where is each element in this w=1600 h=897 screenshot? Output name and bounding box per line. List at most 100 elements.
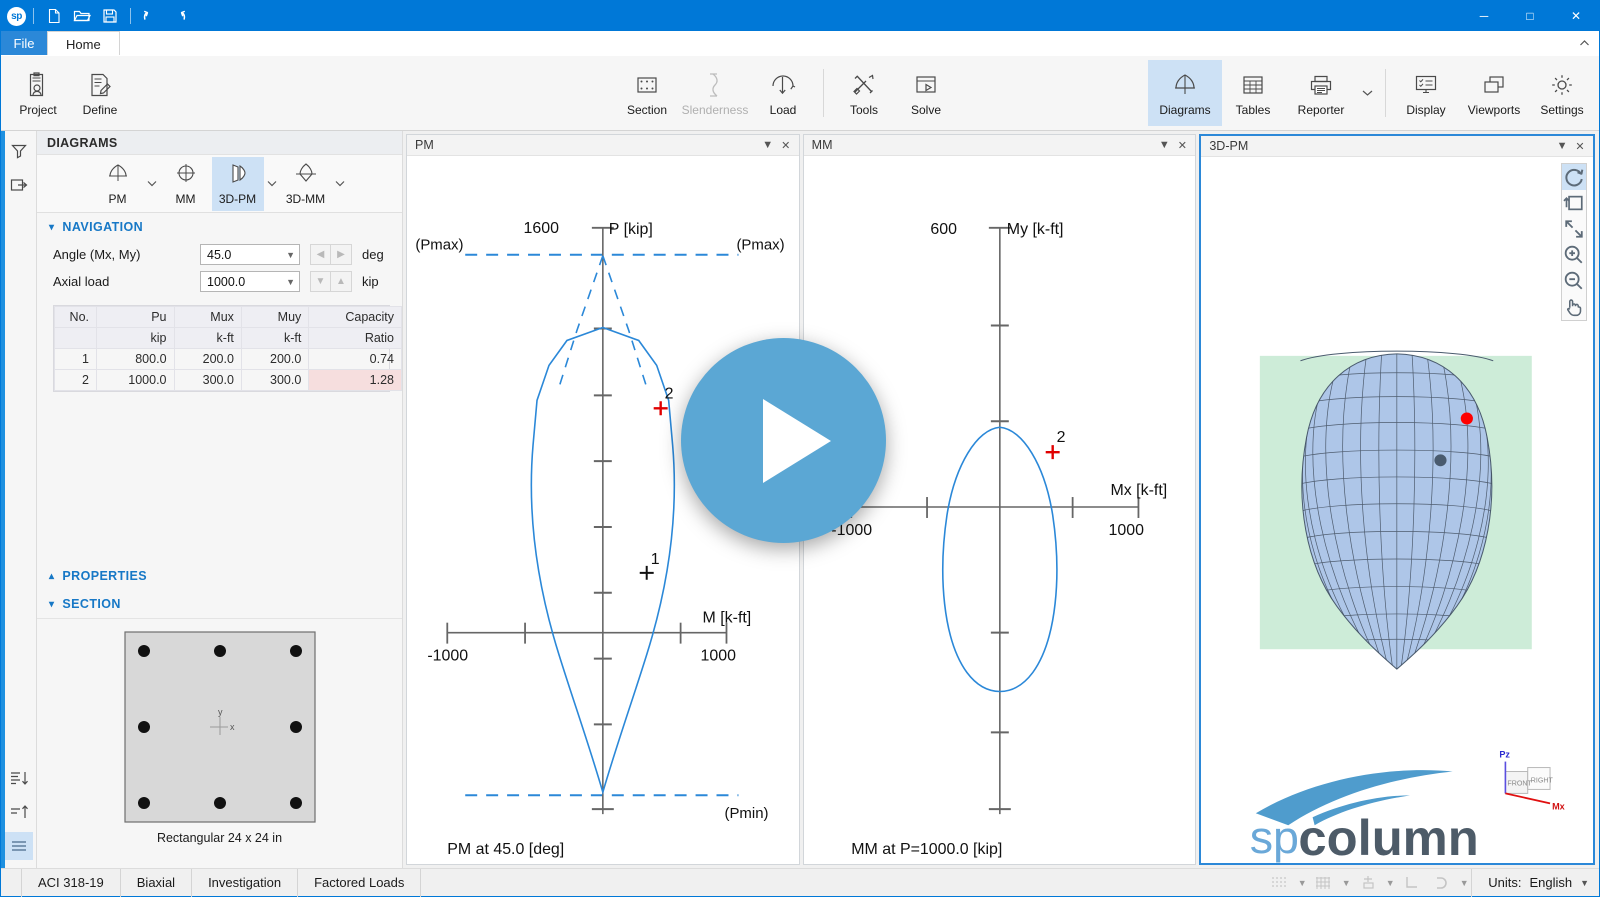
angle-prev-button[interactable]: ◀ bbox=[310, 244, 331, 265]
status-code[interactable]: ACI 318-19 bbox=[21, 868, 121, 897]
status-run-axis[interactable]: Biaxial bbox=[121, 868, 193, 897]
chevron-down-icon[interactable] bbox=[332, 157, 348, 211]
zoom-in-icon[interactable] bbox=[1562, 242, 1586, 268]
ribbon-button-tools[interactable]: Tools bbox=[833, 60, 895, 126]
navigation-angle-row: Angle (Mx, My) 45.0 ▼ ◀ ▶ deg bbox=[37, 241, 402, 268]
diagram-button-3d-mm[interactable]: 3D-MM bbox=[280, 157, 332, 211]
chevron-down-icon[interactable]: ▼ bbox=[1383, 869, 1397, 897]
tab-file[interactable]: File bbox=[1, 31, 47, 56]
minimize-button[interactable]: ─ bbox=[1461, 1, 1507, 31]
loads-table[interactable]: No. Pu Mux Muy Capacity kip k-ft k-ft Ra… bbox=[54, 306, 402, 391]
close-icon[interactable]: ✕ bbox=[1571, 140, 1589, 153]
ribbon-button-label: Reporter bbox=[1297, 103, 1345, 117]
magnet-icon[interactable] bbox=[1427, 869, 1457, 897]
ribbon-button-reporter[interactable]: Reporter bbox=[1284, 60, 1358, 126]
open-icon[interactable] bbox=[69, 4, 95, 28]
chevron-up-icon: ▴ bbox=[49, 570, 55, 582]
pane-header-3d-pm: 3D-PM ▼ ✕ bbox=[1201, 136, 1594, 157]
chevron-down-icon[interactable]: ▼ bbox=[1457, 869, 1471, 897]
pane-body-3d-pm[interactable]: FRONT RIGHT Pz Mx sp column bbox=[1201, 157, 1593, 863]
sort-ascending-icon[interactable] bbox=[5, 798, 33, 826]
angle-next-button[interactable]: ▶ bbox=[331, 244, 352, 265]
grid-icon[interactable] bbox=[1309, 869, 1339, 897]
divider bbox=[823, 69, 824, 117]
list-view-icon[interactable] bbox=[4, 832, 33, 860]
ribbon-button-settings[interactable]: Settings bbox=[1531, 60, 1593, 126]
main-body: DIAGRAMS PM MM 3D-PM 3D-MM ▾ NAVIGATION … bbox=[1, 131, 1599, 868]
ribbon-button-tables[interactable]: Tables bbox=[1222, 60, 1284, 126]
chevron-down-icon[interactable]: ▼ bbox=[759, 139, 777, 151]
units-selector[interactable]: Units: English ▼ bbox=[1471, 868, 1599, 897]
zoom-extents-icon[interactable] bbox=[1562, 216, 1586, 242]
close-icon[interactable]: ✕ bbox=[777, 139, 795, 152]
col-header-no: No. bbox=[54, 306, 97, 328]
pane-body-mm[interactable]: 600 My [k-ft] -1000 1000 Mx [k-ft] 2 MM … bbox=[804, 156, 1196, 864]
chevron-down-icon[interactable] bbox=[144, 157, 160, 211]
chevron-down-icon[interactable]: ▼ bbox=[1339, 869, 1353, 897]
navigation-section-header[interactable]: ▾ NAVIGATION bbox=[37, 213, 402, 241]
angle-stepper[interactable]: ◀ ▶ bbox=[310, 244, 352, 265]
redo-icon[interactable] bbox=[166, 4, 192, 28]
chevron-up-icon[interactable] bbox=[1569, 31, 1599, 56]
pane-title: PM bbox=[415, 138, 434, 152]
diagram-button-mm[interactable]: MM bbox=[160, 157, 212, 211]
chevron-down-icon[interactable]: ▼ bbox=[1295, 869, 1309, 897]
rotate-icon[interactable] bbox=[1562, 164, 1587, 190]
ribbon-button-section[interactable]: Section bbox=[616, 60, 678, 126]
ribbon-button-display[interactable]: Display bbox=[1395, 60, 1457, 126]
section-section-header[interactable]: ▾ SECTION bbox=[37, 590, 402, 618]
table-row[interactable]: 1 800.0 200.0 200.0 0.74 bbox=[54, 348, 402, 370]
status-load-type[interactable]: Factored Loads bbox=[298, 868, 422, 897]
tab-home[interactable]: Home bbox=[47, 31, 120, 56]
ribbon-group-left: Project Define bbox=[1, 60, 131, 126]
new-icon[interactable] bbox=[41, 4, 67, 28]
axial-up-button[interactable]: ▲ bbox=[331, 271, 352, 292]
diagram-type-toolbar: PM MM 3D-PM 3D-MM bbox=[37, 155, 402, 213]
orbit-icon[interactable] bbox=[1562, 190, 1586, 216]
axial-down-button[interactable]: ▼ bbox=[310, 271, 331, 292]
ribbon-button-solve[interactable]: Solve bbox=[895, 60, 957, 126]
pane-body-pm[interactable]: (Pmax) (Pmax) (Pmin) 1600 P [kip] -1000 … bbox=[407, 156, 799, 864]
axial-load-stepper[interactable]: ▼ ▲ bbox=[310, 271, 352, 292]
snap-icon[interactable] bbox=[1353, 869, 1383, 897]
close-icon[interactable]: ✕ bbox=[1173, 139, 1191, 152]
chevron-down-icon[interactable] bbox=[1358, 60, 1376, 126]
maximize-button[interactable]: □ bbox=[1507, 1, 1553, 31]
diagram-button-3d-pm[interactable]: 3D-PM bbox=[211, 156, 264, 211]
export-icon[interactable] bbox=[5, 171, 33, 199]
filter-icon[interactable] bbox=[5, 137, 33, 165]
pan-icon[interactable] bbox=[1562, 294, 1586, 320]
ribbon-button-viewports[interactable]: Viewports bbox=[1457, 60, 1531, 126]
svg-text:1600: 1600 bbox=[523, 220, 559, 237]
ribbon-button-label: Tables bbox=[1235, 103, 1271, 117]
ribbon-button-load[interactable]: Load bbox=[752, 60, 814, 126]
define-icon bbox=[86, 70, 114, 100]
table-row[interactable]: 2 1000.0 300.0 300.0 1.28 bbox=[54, 369, 402, 391]
diagram-button-pm[interactable]: PM bbox=[92, 157, 144, 211]
pane-title: 3D-PM bbox=[1209, 139, 1249, 153]
zoom-out-icon[interactable] bbox=[1562, 268, 1586, 294]
properties-section-header[interactable]: ▴ PROPERTIES bbox=[37, 562, 402, 590]
ortho-icon[interactable] bbox=[1397, 869, 1427, 897]
application-window: sp ─ □ ✕ File Home Project Define Sectio… bbox=[0, 0, 1600, 897]
axial-load-combobox[interactable]: 1000.0 ▼ bbox=[200, 271, 300, 292]
save-icon[interactable] bbox=[97, 4, 123, 28]
ribbon-button-label: Solve bbox=[910, 103, 942, 117]
close-button[interactable]: ✕ bbox=[1553, 1, 1599, 31]
chevron-down-icon[interactable]: ▼ bbox=[1553, 140, 1571, 152]
dot-grid-icon[interactable] bbox=[1265, 869, 1295, 897]
ribbon-button-diagrams[interactable]: Diagrams bbox=[1148, 60, 1222, 126]
ribbon-button-define[interactable]: Define bbox=[69, 60, 131, 126]
undo-icon[interactable] bbox=[138, 4, 164, 28]
sort-descending-icon[interactable] bbox=[5, 764, 33, 792]
chevron-down-icon[interactable]: ▼ bbox=[1155, 139, 1173, 151]
angle-unit: deg bbox=[362, 247, 384, 262]
cell-capacity-overstress: 1.28 bbox=[308, 369, 402, 391]
chevron-down-icon[interactable]: ▼ bbox=[1580, 878, 1589, 888]
ribbon-button-label: Tools bbox=[849, 103, 878, 117]
ribbon-button-project[interactable]: Project bbox=[7, 60, 69, 126]
chevron-down-icon[interactable] bbox=[264, 157, 280, 211]
section-preview[interactable]: y x Rectangular 24 x 24 in bbox=[37, 618, 402, 868]
angle-combobox[interactable]: 45.0 ▼ bbox=[200, 244, 300, 265]
status-run-mode[interactable]: Investigation bbox=[192, 868, 299, 897]
